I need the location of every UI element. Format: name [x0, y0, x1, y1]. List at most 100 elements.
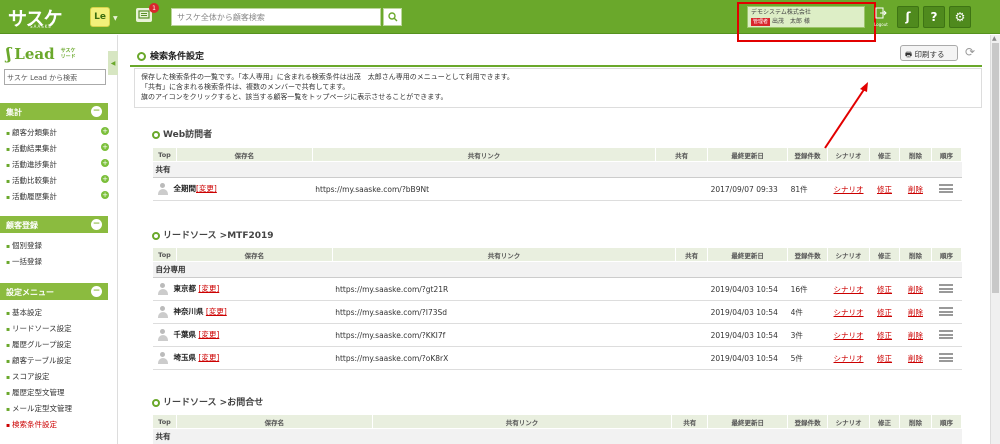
share-link[interactable]: https://my.saaske.com/?bB9Nt [312, 177, 656, 201]
settings-button[interactable]: ⚙ [949, 6, 971, 28]
search-name: 神奈川県 [173, 307, 204, 316]
refresh-icon[interactable]: ⟳ [965, 45, 979, 59]
rename-link[interactable]: [変更] [198, 330, 219, 339]
logout-button[interactable]: Logout [873, 7, 889, 27]
sidebar-section-settings[interactable]: 設定メニュー − [0, 283, 108, 300]
rename-link[interactable]: [変更] [198, 284, 219, 293]
edit-link[interactable]: 修正 [877, 354, 892, 363]
record-count: 81件 [787, 177, 828, 201]
search-name: 全期間 [173, 184, 197, 193]
delete-link[interactable]: 削除 [908, 185, 923, 194]
notification-button[interactable]: 1 [136, 3, 159, 22]
global-search-input[interactable]: サスケ全体から顧客検索 [171, 8, 381, 26]
delete-link[interactable]: 削除 [908, 285, 923, 294]
scenario-link[interactable]: シナリオ [834, 185, 864, 194]
record-count: 16件 [787, 277, 828, 301]
print-button[interactable]: 🖶 印刷する [900, 45, 958, 61]
user-icon [156, 328, 170, 342]
scenario-link[interactable]: シナリオ [834, 331, 864, 340]
edit-link[interactable]: 修正 [877, 331, 892, 340]
table-row: 千葉県 [変更] https://my.saaske.com/?KKI7f 20… [152, 323, 962, 347]
scenario-link[interactable]: シナリオ [834, 354, 864, 363]
plus-icon[interactable]: + [101, 159, 109, 167]
table-row: 埼玉県 [変更] https://my.saaske.com/?oK8rX 20… [152, 346, 962, 370]
edit-link[interactable]: 修正 [877, 308, 892, 317]
shared-cell [675, 346, 708, 370]
sidebar-item[interactable]: メール定型文管理 [6, 403, 106, 414]
search-name: 東京都 [173, 284, 197, 293]
delete-link[interactable]: 削除 [908, 354, 923, 363]
share-link[interactable]: https://my.saaske.com/?oK8rX [332, 346, 676, 370]
table-row: 東京都 [変更] https://my.saaske.com/?gt21R 20… [152, 277, 962, 301]
sidebar-item[interactable]: 個別登録 [6, 240, 106, 251]
user-icon [156, 282, 170, 296]
sidebar-item[interactable]: 顧客分類集計+ [6, 127, 109, 138]
logout-label: Logout [874, 22, 888, 27]
sidebar-item[interactable]: 顧客テーブル設定 [6, 355, 106, 366]
rename-link[interactable]: [変更] [196, 184, 217, 193]
delete-link[interactable]: 削除 [908, 308, 923, 317]
drag-handle-icon[interactable] [939, 306, 954, 316]
delete-link[interactable]: 削除 [908, 331, 923, 340]
chevron-down-icon[interactable]: ▼ [113, 15, 118, 22]
record-count: 3件 [787, 323, 828, 347]
table-row: 全期間[変更] https://my.saaske.com/?bB9Nt 201… [152, 177, 962, 201]
lead-mark-icon: ʃ [6, 44, 12, 63]
section-title-lead-source-mtf2019: リードソース >MTF2019 [152, 228, 274, 241]
shared-cell [675, 300, 708, 324]
drag-handle-icon[interactable] [939, 283, 954, 293]
section-title-web-visitors: Web訪問者 [152, 127, 212, 140]
sidebar-section-customer-registration[interactable]: 顧客登録 − [0, 216, 108, 233]
scroll-up-icon[interactable]: ▲ [992, 35, 997, 42]
sidebar-item[interactable]: スコア設定 [6, 371, 106, 382]
sidebar-item[interactable]: 基本設定 [6, 307, 106, 318]
scenario-link[interactable]: シナリオ [834, 308, 864, 317]
saaske-logo[interactable]: サスケ SAASKE [8, 5, 63, 30]
global-search-button[interactable] [383, 8, 402, 26]
help-button[interactable]: ? [923, 6, 945, 28]
share-link[interactable]: https://my.saaske.com/?KKI7f [332, 323, 676, 347]
gear-icon: ⚙ [954, 10, 966, 24]
sidebar-item-active[interactable]: 検索条件設定 [6, 419, 106, 430]
sidebar-item[interactable]: 履歴グループ設定 [6, 339, 106, 350]
share-link[interactable]: https://my.saaske.com/?I73Sd [332, 300, 676, 324]
drag-handle-icon[interactable] [939, 352, 954, 362]
updated-date: 2019/04/03 10:54 [707, 277, 788, 301]
lead-logo-tiny: サスケ リード [60, 47, 76, 60]
lead-logo[interactable]: ʃ Lead サスケ リード [6, 44, 76, 63]
drag-handle-icon[interactable] [939, 183, 954, 193]
sidebar-item[interactable]: 活動結果集計+ [6, 143, 109, 154]
edit-link[interactable]: 修正 [877, 185, 892, 194]
sidebar-item[interactable]: 活動比較集計+ [6, 175, 109, 186]
sidebar-item[interactable]: 活動履歴集計+ [6, 191, 109, 202]
share-link[interactable]: https://my.saaske.com/?gt21R [332, 277, 676, 301]
table-header-row: Top 保存名 共有リンク 共有 最終更新日 登録件数 シナリオ 修正 削除 順序 [152, 414, 963, 429]
sidebar-search-input[interactable]: サスケ Lead から検索 [4, 69, 106, 85]
plus-icon[interactable]: + [101, 143, 109, 151]
sidebar-section-aggregate[interactable]: 集計 − [0, 103, 108, 120]
search-name: 埼玉県 [173, 353, 197, 362]
sidebar: ʃ Lead サスケリード ◀ サスケ Lead から検索 集計− 顧客分類集計… [0, 35, 118, 444]
rename-link[interactable]: [変更] [206, 307, 227, 316]
rename-link[interactable]: [変更] [198, 353, 219, 362]
notification-count-badge: 1 [149, 3, 159, 13]
plus-icon[interactable]: + [101, 175, 109, 183]
saaske-home-button[interactable]: ʃ [897, 6, 919, 28]
sidebar-item[interactable]: 一括登録 [6, 256, 106, 267]
plus-icon[interactable]: + [101, 127, 109, 135]
sidebar-item[interactable]: 活動進捗集計+ [6, 159, 109, 170]
record-count: 4件 [787, 300, 828, 324]
page-scrollbar[interactable]: ▲ [990, 35, 1000, 444]
edit-link[interactable]: 修正 [877, 285, 892, 294]
scenario-link[interactable]: シナリオ [834, 285, 864, 294]
scrollbar-thumb[interactable] [992, 43, 999, 293]
table-row: 神奈川県 [変更] https://my.saaske.com/?I73Sd 2… [152, 300, 962, 324]
plus-icon[interactable]: + [101, 191, 109, 199]
sidebar-collapse-button[interactable]: ◀ [108, 51, 118, 75]
page-title: 検索条件設定 [137, 49, 204, 62]
drag-handle-icon[interactable] [939, 329, 954, 339]
sidebar-item[interactable]: リードソース設定 [6, 323, 106, 334]
le-app-switch-button[interactable]: Le [90, 7, 110, 27]
group-row: 共有 [152, 428, 962, 444]
sidebar-item[interactable]: 履歴定型文管理 [6, 387, 106, 398]
